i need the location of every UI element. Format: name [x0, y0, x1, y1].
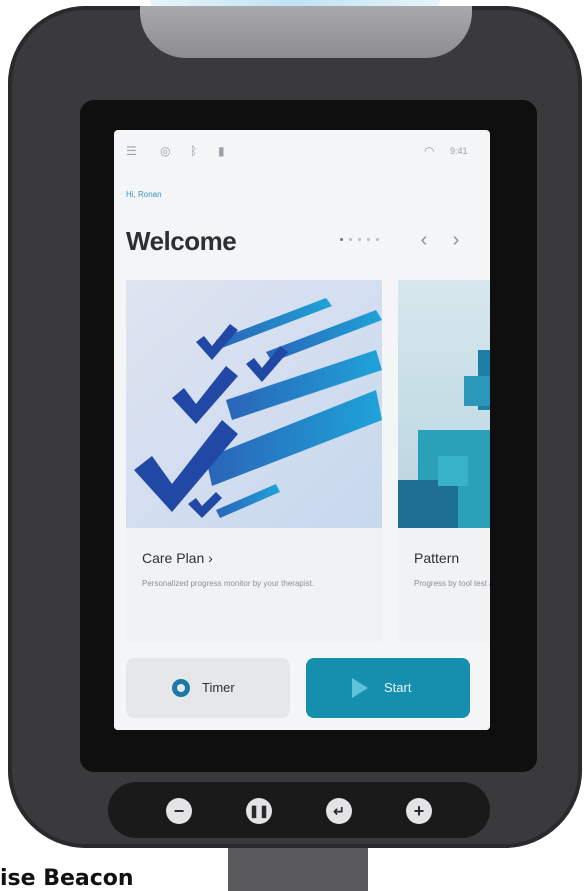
card-description: Personalized progress monitor by your th…	[142, 579, 315, 588]
chevron-right-icon[interactable]: ›	[446, 230, 466, 250]
plus-icon[interactable]: +	[406, 798, 432, 824]
care-plan-illustration	[126, 280, 382, 528]
battery-icon: ▮	[218, 144, 225, 158]
grid-icon[interactable]: ◎	[160, 144, 170, 158]
status-bar: ☰ ◎ ᛒ ▮ ◠ 9:41	[114, 130, 490, 170]
timer-label: Timer	[202, 680, 235, 695]
timer-button[interactable]: Timer	[126, 658, 290, 718]
hardware-button-bar: − ❚❚ ↵ +	[108, 782, 490, 838]
action-bar: Timer Start	[114, 650, 490, 730]
status-time: 9:41	[450, 146, 468, 156]
caption-text: ise Beacon	[0, 866, 134, 891]
play-icon	[352, 678, 368, 698]
pause-icon[interactable]: ❚❚	[246, 798, 272, 824]
page-title: Welcome	[126, 226, 237, 256]
page-dot[interactable]	[340, 238, 343, 241]
minus-icon[interactable]: −	[166, 798, 192, 824]
start-button[interactable]: Start	[306, 658, 470, 718]
card-title[interactable]: Pattern	[414, 550, 459, 566]
page-dot[interactable]	[358, 238, 361, 241]
device-screen: ☰ ◎ ᛒ ▮ ◠ 9:41 Hi, Ronan Welcome ‹ › Car…	[114, 130, 490, 730]
bluetooth-icon: ᛒ	[190, 144, 198, 158]
page-dot[interactable]	[376, 238, 379, 241]
breadcrumb[interactable]: Hi, Ronan	[126, 190, 162, 199]
carousel-page-indicator	[340, 238, 379, 241]
back-icon[interactable]: ↵	[326, 798, 352, 824]
timer-icon	[172, 679, 190, 697]
device-top-cap	[140, 6, 472, 58]
wifi-icon: ◠	[424, 144, 435, 158]
page-dot[interactable]	[367, 238, 370, 241]
care-plan-card[interactable]: Care Plan › Personalized progress monito…	[126, 280, 382, 642]
page-dot[interactable]	[349, 238, 352, 241]
card-title[interactable]: Care Plan ›	[142, 550, 213, 566]
device-stand	[228, 848, 368, 891]
pattern-card[interactable]: Pattern Progress by tool test and tips	[398, 280, 490, 642]
menu-icon[interactable]: ☰	[126, 144, 137, 158]
card-description: Progress by tool test and tips	[414, 579, 490, 588]
pattern-illustration	[398, 280, 490, 528]
start-label: Start	[384, 680, 412, 695]
chevron-left-icon[interactable]: ‹	[414, 230, 434, 250]
